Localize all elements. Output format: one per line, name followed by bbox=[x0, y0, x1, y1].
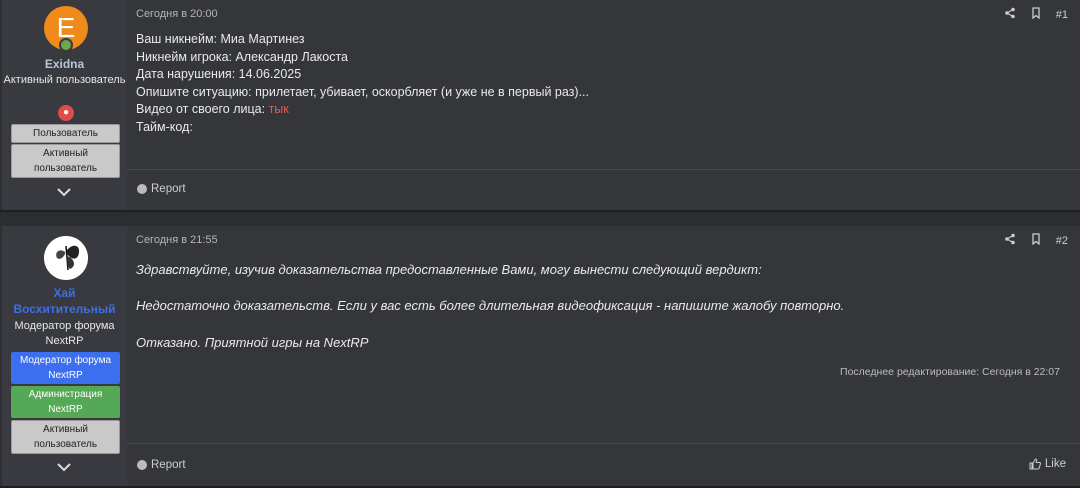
user-badge-icon[interactable]: ● bbox=[58, 105, 74, 121]
last-edit-info: Последнее редактирование: Сегодня в 22:0… bbox=[840, 366, 1060, 378]
line-situation: Опишите ситуацию: прилетает, убивает, ос… bbox=[136, 84, 589, 99]
post-content-2: Сегодня в 21:55 #2 Здравствуйте, изучив … bbox=[127, 226, 1080, 486]
line-timecode: Тайм-код: bbox=[136, 119, 193, 134]
user-banner-active: Активный пользователь bbox=[11, 420, 120, 454]
report-icon bbox=[137, 184, 147, 194]
divider bbox=[127, 169, 1080, 170]
post-number[interactable]: #2 bbox=[1056, 235, 1068, 247]
user-info-1: E Exidna Активный пользователь ● Пользов… bbox=[2, 0, 127, 210]
verdict-greeting: Здравствуйте, изучив доказательства пред… bbox=[136, 262, 762, 277]
bookmark-icon[interactable] bbox=[1030, 233, 1042, 248]
post-1: E Exidna Активный пользователь ● Пользов… bbox=[0, 0, 1080, 212]
video-link[interactable]: тык bbox=[269, 102, 289, 116]
user-title: Модератор форума NextRP bbox=[14, 320, 115, 347]
verdict-result: Отказано. Приятной игры на NextRP bbox=[136, 335, 369, 350]
user-banner-moderator: Модератор форума NextRP bbox=[11, 352, 120, 384]
post-date[interactable]: Сегодня в 21:55 bbox=[136, 234, 218, 246]
user-info-2: Хай Восхитительный Модератор форума Next… bbox=[2, 226, 127, 486]
report-button[interactable]: Report bbox=[137, 183, 186, 195]
post-number[interactable]: #1 bbox=[1056, 9, 1068, 21]
report-button[interactable]: Report bbox=[137, 459, 186, 471]
post-content-1: Сегодня в 20:00 #1 Ваш никнейм: Миа Март… bbox=[127, 0, 1080, 210]
line-video: Видео от своего лица: тык bbox=[136, 102, 289, 116]
online-status-icon bbox=[59, 38, 73, 52]
report-icon bbox=[137, 460, 147, 470]
user-title: Активный пользователь bbox=[3, 74, 126, 86]
user-banner-user: Пользователь bbox=[11, 124, 120, 143]
username[interactable]: Хай Восхитительный bbox=[2, 285, 127, 317]
username[interactable]: Exidna bbox=[2, 57, 127, 71]
post-2: Хай Восхитительный Модератор форума Next… bbox=[0, 226, 1080, 488]
expand-chevron-icon[interactable] bbox=[54, 186, 74, 200]
verdict-reason: Недостаточно доказательств. Если у вас е… bbox=[136, 298, 845, 313]
user-banner-admin: Администрация NextRP bbox=[11, 386, 120, 418]
bookmark-icon[interactable] bbox=[1030, 7, 1042, 22]
thumbs-up-icon bbox=[1029, 458, 1041, 470]
post-date[interactable]: Сегодня в 20:00 bbox=[136, 8, 218, 20]
share-icon[interactable] bbox=[1004, 7, 1016, 22]
expand-chevron-icon[interactable] bbox=[54, 461, 74, 475]
post-body: Ваш никнейм: Миа Мартинез Никнейм игрока… bbox=[136, 31, 589, 136]
line-nickname: Ваш никнейм: Миа Мартинез bbox=[136, 32, 305, 46]
share-icon[interactable] bbox=[1004, 233, 1016, 248]
divider bbox=[127, 443, 1080, 444]
line-date: Дата нарушения: 14.06.2025 bbox=[136, 67, 302, 81]
user-banner-active: Активный пользователь bbox=[11, 144, 120, 178]
line-player: Никнейм игрока: Александр Лакоста bbox=[136, 49, 348, 64]
avatar[interactable] bbox=[44, 236, 88, 280]
butterfly-avatar-icon bbox=[44, 236, 88, 280]
like-button[interactable]: Like bbox=[1029, 458, 1066, 470]
